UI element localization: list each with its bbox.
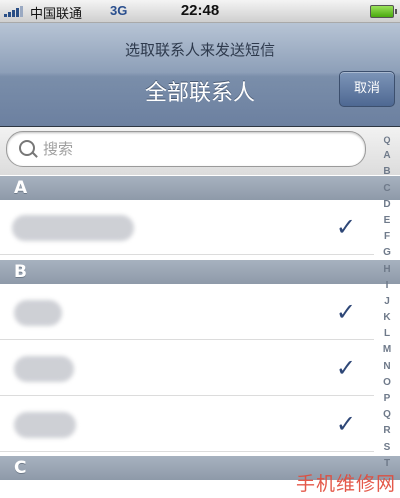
index-letter[interactable]: L bbox=[376, 326, 398, 342]
index-letter[interactable]: O bbox=[376, 375, 398, 391]
search-bar bbox=[0, 127, 400, 175]
contact-row[interactable]: ✓ bbox=[0, 201, 374, 255]
checkmark-icon: ✓ bbox=[335, 354, 356, 382]
index-letter[interactable]: C bbox=[376, 181, 398, 197]
status-bar: 中国联通 3G 22:48 bbox=[0, 0, 400, 23]
index-letter[interactable]: G bbox=[376, 245, 398, 261]
index-letter[interactable]: D bbox=[376, 197, 398, 213]
index-letter[interactable]: N bbox=[376, 359, 398, 375]
section-header-b: B bbox=[0, 260, 400, 284]
navigation-bar: 选取联系人来发送短信 全部联系人 取消 bbox=[0, 23, 400, 127]
section-header-a: A bbox=[0, 176, 400, 200]
section-index-bar[interactable]: QABCDEFGHIJKLMNOPQRST bbox=[376, 132, 398, 492]
checkmark-icon: ✓ bbox=[335, 410, 356, 438]
contact-name-blurred bbox=[14, 356, 74, 382]
index-letter[interactable]: P bbox=[376, 391, 398, 407]
checkmark-icon: ✓ bbox=[335, 213, 356, 241]
watermark-text: 手机维修网 bbox=[295, 473, 396, 495]
index-letter[interactable]: M bbox=[376, 342, 398, 358]
clock: 22:48 bbox=[180, 2, 220, 19]
checkmark-icon: ✓ bbox=[335, 298, 356, 326]
index-letter[interactable]: B bbox=[376, 164, 398, 180]
index-letter[interactable]: A bbox=[376, 148, 398, 164]
index-letter[interactable]: K bbox=[376, 310, 398, 326]
index-letter[interactable]: J bbox=[376, 294, 398, 310]
index-letter[interactable]: I bbox=[376, 278, 398, 294]
index-letter[interactable]: F bbox=[376, 229, 398, 245]
contact-name-blurred bbox=[12, 215, 134, 241]
index-letter[interactable]: H bbox=[376, 262, 398, 278]
cancel-button[interactable]: 取消 bbox=[339, 71, 395, 107]
contact-row[interactable]: ✓ bbox=[0, 286, 374, 340]
nav-prompt: 选取联系人来发送短信 bbox=[124, 41, 275, 59]
contact-row[interactable]: ✓ bbox=[0, 398, 374, 452]
search-field[interactable] bbox=[6, 131, 366, 167]
index-letter[interactable]: R bbox=[376, 423, 398, 439]
index-letter[interactable]: Q bbox=[376, 407, 398, 423]
index-letter[interactable]: E bbox=[376, 213, 398, 229]
index-search-item[interactable]: Q bbox=[376, 132, 398, 148]
search-icon bbox=[19, 140, 35, 156]
contact-name-blurred bbox=[14, 412, 76, 438]
search-input[interactable] bbox=[41, 136, 355, 162]
battery-icon bbox=[370, 5, 397, 18]
contact-row[interactable]: ✓ bbox=[0, 342, 374, 396]
contact-name-blurred bbox=[14, 300, 62, 326]
index-letter[interactable]: S bbox=[376, 440, 398, 456]
